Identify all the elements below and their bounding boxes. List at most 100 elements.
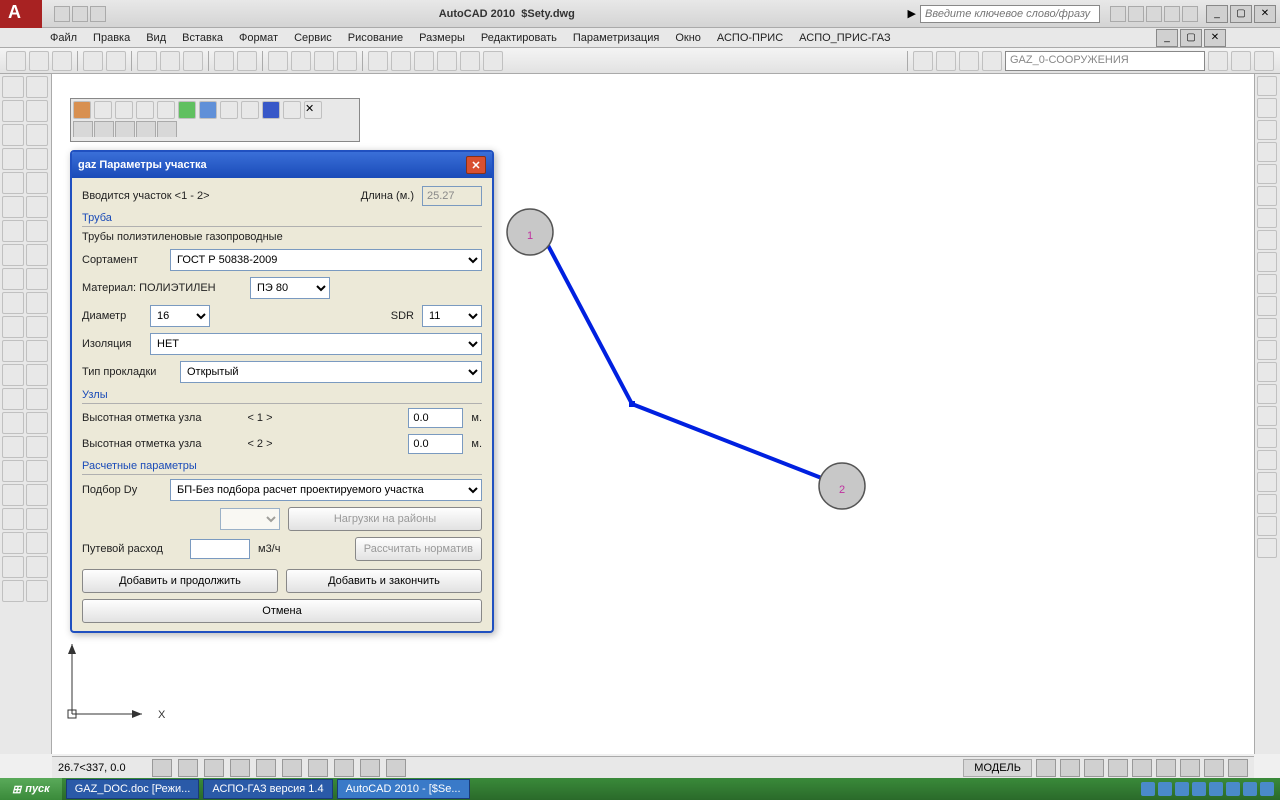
- draw-tool[interactable]: [2, 100, 24, 122]
- gaz-tool[interactable]: [220, 101, 238, 119]
- menu-format[interactable]: Формат: [239, 32, 278, 44]
- draw-tool[interactable]: [2, 148, 24, 170]
- print-icon[interactable]: [83, 51, 103, 71]
- maximize-button[interactable]: ▢: [1230, 5, 1252, 23]
- draw-tool[interactable]: [26, 316, 48, 338]
- modify-tool[interactable]: [1257, 98, 1277, 118]
- minimize-button[interactable]: _: [1206, 5, 1228, 23]
- taskbar-item[interactable]: AutoCAD 2010 - [$Se...: [337, 779, 470, 799]
- status-tool[interactable]: [1204, 759, 1224, 777]
- podbor-select[interactable]: БП-Без подбора расчет проектируемого уча…: [170, 479, 482, 501]
- laying-select[interactable]: Открытый: [180, 361, 482, 383]
- layer-lock-icon[interactable]: [959, 51, 979, 71]
- draw-tool[interactable]: [26, 172, 48, 194]
- draw-tool[interactable]: [2, 76, 24, 98]
- gaz-tool[interactable]: [241, 101, 259, 119]
- gaz-tab[interactable]: [115, 121, 135, 137]
- qat-btn[interactable]: [72, 6, 88, 22]
- gaz-tab[interactable]: [73, 121, 93, 137]
- modify-tool[interactable]: [1257, 494, 1277, 514]
- sdr-select[interactable]: 11: [422, 305, 482, 327]
- draw-tool[interactable]: [26, 388, 48, 410]
- menu-modify[interactable]: Редактировать: [481, 32, 557, 44]
- draw-tool[interactable]: [2, 220, 24, 242]
- save-icon[interactable]: [52, 51, 72, 71]
- search-icon[interactable]: [1110, 6, 1126, 22]
- dyn-toggle[interactable]: [334, 759, 354, 777]
- layer-states-icon[interactable]: [1208, 51, 1228, 71]
- diameter-select[interactable]: 16: [150, 305, 210, 327]
- tray-icon[interactable]: [1141, 782, 1155, 796]
- modify-tool[interactable]: [1257, 164, 1277, 184]
- status-tool[interactable]: [1156, 759, 1176, 777]
- help-icon[interactable]: [1128, 6, 1144, 22]
- layer-freeze-icon[interactable]: [936, 51, 956, 71]
- layer-bulb-icon[interactable]: [913, 51, 933, 71]
- draw-tool[interactable]: [26, 460, 48, 482]
- gaz-tab[interactable]: [157, 121, 177, 137]
- add-finish-button[interactable]: Добавить и закончить: [286, 569, 482, 593]
- help2-icon[interactable]: [1182, 6, 1198, 22]
- preview-icon[interactable]: [106, 51, 126, 71]
- modify-tool[interactable]: [1257, 76, 1277, 96]
- draw-tool[interactable]: [2, 292, 24, 314]
- modify-tool[interactable]: [1257, 450, 1277, 470]
- draw-tool[interactable]: [26, 580, 48, 602]
- doc-restore-button[interactable]: ▢: [1180, 29, 1202, 47]
- elev1-field[interactable]: [408, 408, 463, 428]
- modify-tool[interactable]: [1257, 274, 1277, 294]
- osnap-toggle[interactable]: [256, 759, 276, 777]
- modify-tool[interactable]: [1257, 516, 1277, 536]
- draw-tool[interactable]: [2, 532, 24, 554]
- doc-close-button[interactable]: ✕: [1204, 29, 1226, 47]
- modify-tool[interactable]: [1257, 252, 1277, 272]
- draw-tool[interactable]: [2, 196, 24, 218]
- draw-tool[interactable]: [2, 484, 24, 506]
- taskbar-item[interactable]: GAZ_DOC.doc [Режи...: [66, 779, 200, 799]
- designcenter-icon[interactable]: [391, 51, 411, 71]
- menu-edit[interactable]: Правка: [93, 32, 130, 44]
- status-tool[interactable]: [1132, 759, 1152, 777]
- tray-icon[interactable]: [1260, 782, 1274, 796]
- status-tool[interactable]: [1180, 759, 1200, 777]
- status-tool[interactable]: [1084, 759, 1104, 777]
- modify-tool[interactable]: [1257, 406, 1277, 426]
- draw-tool[interactable]: [26, 124, 48, 146]
- elev2-field[interactable]: [408, 434, 463, 454]
- open-icon[interactable]: [29, 51, 49, 71]
- menu-aspo-pris[interactable]: АСПО-ПРИС: [717, 32, 783, 44]
- layer-color-icon[interactable]: [982, 51, 1002, 71]
- draw-tool[interactable]: [26, 556, 48, 578]
- draw-tool[interactable]: [26, 484, 48, 506]
- lwt-toggle[interactable]: [360, 759, 380, 777]
- draw-tool[interactable]: [2, 340, 24, 362]
- draw-tool[interactable]: [2, 268, 24, 290]
- draw-tool[interactable]: [2, 124, 24, 146]
- modify-tool[interactable]: [1257, 340, 1277, 360]
- draw-tool[interactable]: [26, 220, 48, 242]
- snap-toggle[interactable]: [152, 759, 172, 777]
- draw-tool[interactable]: [26, 76, 48, 98]
- gaz-tool-close[interactable]: ✕: [304, 101, 322, 119]
- taskbar-item[interactable]: АСПО-ГАЗ версия 1.4: [203, 779, 332, 799]
- draw-tool[interactable]: [26, 364, 48, 386]
- modify-tool[interactable]: [1257, 362, 1277, 382]
- zoom-window-icon[interactable]: [314, 51, 334, 71]
- layer-dropdown[interactable]: GAZ_0-СООРУЖЕНИЯ: [1005, 51, 1205, 71]
- help-search-input[interactable]: [920, 5, 1100, 23]
- tray-icon[interactable]: [1243, 782, 1257, 796]
- polar-toggle[interactable]: [230, 759, 250, 777]
- grid-toggle[interactable]: [178, 759, 198, 777]
- draw-tool[interactable]: [2, 508, 24, 530]
- pan-icon[interactable]: [268, 51, 288, 71]
- modify-tool[interactable]: [1257, 428, 1277, 448]
- menu-view[interactable]: Вид: [146, 32, 166, 44]
- calc-icon[interactable]: [483, 51, 503, 71]
- modify-tool[interactable]: [1257, 230, 1277, 250]
- zoom-icon[interactable]: [291, 51, 311, 71]
- otrack-toggle[interactable]: [282, 759, 302, 777]
- start-button[interactable]: ⊞ пуск: [0, 778, 62, 800]
- zoom-prev-icon[interactable]: [337, 51, 357, 71]
- sheetset-icon[interactable]: [437, 51, 457, 71]
- draw-tool[interactable]: [26, 532, 48, 554]
